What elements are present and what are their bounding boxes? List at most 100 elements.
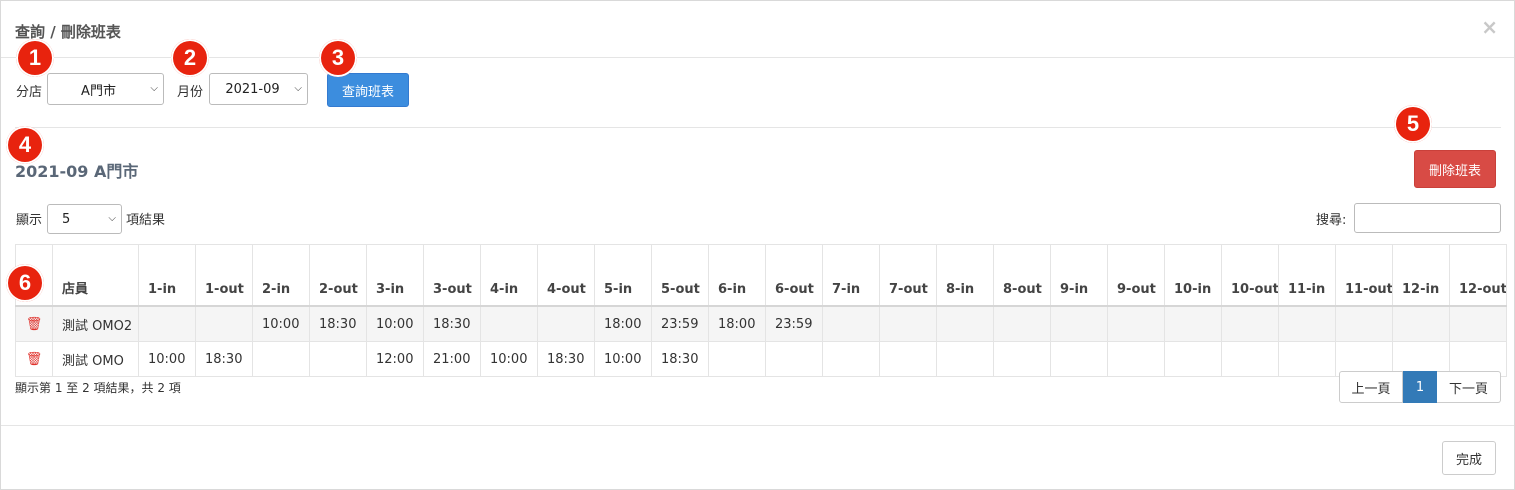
month-select[interactable]: 2021-09 ⌵ <box>209 73 308 105</box>
time-cell <box>138 306 196 342</box>
column-header[interactable]: 2-out <box>309 244 367 307</box>
time-cell: 18:30 <box>423 306 481 342</box>
time-cell <box>1050 341 1108 377</box>
page-size-select[interactable]: 5 ⌵ <box>47 204 122 234</box>
done-button[interactable]: 完成 <box>1442 441 1496 475</box>
table-row: 🗑 測試 OMO 10:00 18:30 12:00 21:00 10:00 18:30 10:… <box>15 341 1507 377</box>
time-cell: 18:00 <box>708 306 766 342</box>
show-label: 顯示 <box>16 213 43 228</box>
time-cell <box>936 341 994 377</box>
time-cell <box>822 341 880 377</box>
table-header-row: 店員 1-in 1-out 2-in 2-out 3-in 3-out 4-in 4-out 5-… <box>15 244 1507 307</box>
time-cell <box>537 306 595 342</box>
column-header[interactable]: 12-in <box>1392 244 1450 307</box>
time-cell: 10:00 <box>138 341 196 377</box>
time-cell: 12:00 <box>366 341 424 377</box>
entries-label: 項結果 <box>126 213 166 228</box>
time-cell <box>1164 341 1222 377</box>
column-header[interactable]: 2-in <box>252 244 310 307</box>
pagination-page-1[interactable]: 1 <box>1403 371 1437 403</box>
month-select-value: 2021-09 <box>225 81 280 97</box>
time-cell <box>480 306 538 342</box>
store-select[interactable]: A門市 ⌵ <box>47 73 164 105</box>
time-cell: 18:30 <box>537 341 595 377</box>
column-header[interactable]: 6-in <box>708 244 766 307</box>
time-cell: 23:59 <box>765 306 823 342</box>
time-cell: 23:59 <box>651 306 709 342</box>
filter-divider <box>15 127 1501 128</box>
column-header[interactable]: 3-out <box>423 244 481 307</box>
annotation-marker-6: 6 <box>6 264 44 302</box>
time-cell <box>1050 306 1108 342</box>
column-header[interactable]: 店員 <box>52 244 139 307</box>
annotation-marker-3: 3 <box>319 39 357 77</box>
column-header[interactable]: 1-out <box>195 244 253 307</box>
time-cell <box>765 341 823 377</box>
time-cell <box>1107 306 1165 342</box>
time-cell <box>1221 341 1279 377</box>
column-header[interactable]: 3-in <box>366 244 424 307</box>
time-cell <box>708 341 766 377</box>
column-header[interactable]: 10-in <box>1164 244 1222 307</box>
column-header[interactable]: 9-in <box>1050 244 1108 307</box>
column-header[interactable]: 9-out <box>1107 244 1165 307</box>
column-header[interactable]: 8-in <box>936 244 994 307</box>
pagination-next[interactable]: 下一頁 <box>1437 371 1501 403</box>
column-header[interactable]: 8-out <box>993 244 1051 307</box>
time-cell: 18:00 <box>594 306 652 342</box>
header-divider <box>1 57 1514 58</box>
footer-divider <box>1 425 1514 426</box>
column-header[interactable]: 7-in <box>822 244 880 307</box>
time-cell: 10:00 <box>480 341 538 377</box>
annotation-marker-1: 1 <box>16 39 54 77</box>
annotation-marker-2: 2 <box>171 39 209 77</box>
time-cell <box>993 306 1051 342</box>
staff-name-cell: 測試 OMO <box>52 341 139 377</box>
time-cell: 18:30 <box>195 341 253 377</box>
row-delete-cell: 🗑 <box>15 306 53 342</box>
annotation-marker-4: 4 <box>6 126 44 164</box>
column-header[interactable]: 10-out <box>1221 244 1279 307</box>
schedule-table: 店員 1-in 1-out 2-in 2-out 3-in 3-out 4-in 4-out 5-… <box>15 244 1507 377</box>
time-cell <box>195 306 253 342</box>
column-header[interactable]: 5-out <box>651 244 709 307</box>
time-cell: 10:00 <box>366 306 424 342</box>
time-cell: 18:30 <box>651 341 709 377</box>
annotation-marker-5: 5 <box>1394 105 1432 143</box>
column-header[interactable]: 1-in <box>138 244 196 307</box>
time-cell <box>1107 341 1165 377</box>
modal-dialog: 查詢 / 刪除班表 × 分店 A門市 ⌵ 月份 2021-09 ⌵ 查詢班表 2… <box>0 0 1515 490</box>
time-cell <box>1335 306 1393 342</box>
pagination: 上一頁 1 下一頁 <box>1339 371 1501 403</box>
pagination-prev[interactable]: 上一頁 <box>1339 371 1403 403</box>
column-header[interactable]: 4-out <box>537 244 595 307</box>
time-cell <box>993 341 1051 377</box>
chevron-down-icon: ⌵ <box>294 83 302 94</box>
close-icon[interactable]: × <box>1481 17 1498 37</box>
time-cell <box>822 306 880 342</box>
table-body: 🗑 測試 OMO2 10:00 18:30 10:00 18:30 18:00 23:59 18… <box>15 306 1507 377</box>
chevron-down-icon: ⌵ <box>108 213 116 224</box>
time-cell: 18:30 <box>309 306 367 342</box>
column-header[interactable]: 4-in <box>480 244 538 307</box>
column-header[interactable]: 11-in <box>1278 244 1336 307</box>
time-cell <box>252 341 310 377</box>
trash-icon[interactable]: 🗑 <box>26 352 43 367</box>
trash-icon[interactable]: 🗑 <box>26 317 43 332</box>
time-cell <box>1449 306 1507 342</box>
column-header[interactable]: 6-out <box>765 244 823 307</box>
delete-schedule-button[interactable]: 刪除班表 <box>1414 150 1496 188</box>
search-input[interactable] <box>1354 203 1501 233</box>
staff-name-cell: 測試 OMO2 <box>52 306 139 342</box>
search-label: 搜尋: <box>1316 213 1347 228</box>
time-cell: 21:00 <box>423 341 481 377</box>
column-header[interactable]: 5-in <box>594 244 652 307</box>
column-header[interactable]: 11-out <box>1335 244 1393 307</box>
store-select-value: A門市 <box>81 83 116 99</box>
time-cell <box>879 341 937 377</box>
column-header[interactable]: 12-out <box>1449 244 1507 307</box>
query-schedule-button[interactable]: 查詢班表 <box>327 73 409 107</box>
time-cell <box>879 306 937 342</box>
column-header[interactable]: 7-out <box>879 244 937 307</box>
table-info: 顯示第 1 至 2 項結果，共 2 項 <box>15 381 181 395</box>
